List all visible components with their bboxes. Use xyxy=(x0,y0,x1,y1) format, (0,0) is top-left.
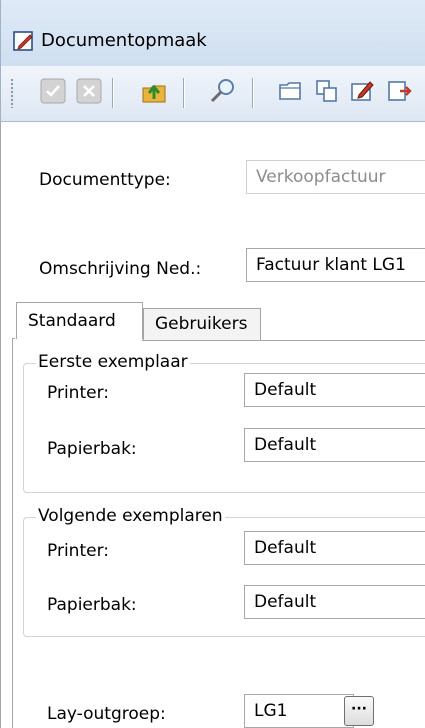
cancel-icon xyxy=(76,78,102,109)
omschrijving-field[interactable]: Factuur klant LG1 xyxy=(246,248,425,282)
eerste-papierbak-label: Papierbak: xyxy=(47,439,137,459)
search-icon xyxy=(209,77,237,110)
volgende-papierbak-field[interactable]: Default xyxy=(244,585,425,619)
export-icon xyxy=(386,78,412,109)
title-bar: Documentopmaak xyxy=(0,0,425,66)
document-edit-icon xyxy=(13,30,35,52)
eerste-printer-label: Printer: xyxy=(47,383,109,403)
tab-gebruikers[interactable]: Gebruikers xyxy=(143,308,261,341)
layoutgroep-field[interactable]: LG1 xyxy=(244,694,354,728)
window-title: Documentopmaak xyxy=(41,30,207,51)
tab-panel-standaard: Eerste exemplaar Printer: Default Papier… xyxy=(12,338,425,728)
open-folder-icon xyxy=(278,78,304,109)
toolbar-grip[interactable] xyxy=(10,78,14,108)
volgende-printer-field[interactable]: Default xyxy=(244,531,425,565)
eerste-printer-field[interactable]: Default xyxy=(244,373,425,407)
upload-button[interactable] xyxy=(139,77,171,109)
cancel-button[interactable] xyxy=(73,77,105,109)
edit-icon xyxy=(350,78,376,109)
export-button[interactable] xyxy=(383,77,415,109)
search-button[interactable] xyxy=(207,77,239,109)
checkmark-icon xyxy=(40,78,66,109)
layoutgroep-browse-button[interactable]: ··· xyxy=(344,696,374,726)
volgende-printer-label: Printer: xyxy=(47,541,109,561)
documenttype-field[interactable]: Verkoopfactuur xyxy=(246,160,425,194)
open-button[interactable] xyxy=(275,77,307,109)
edit-button[interactable] xyxy=(347,77,379,109)
tab-standaard[interactable]: Standaard xyxy=(16,302,143,339)
toolbar xyxy=(0,66,425,122)
documenttype-label: Documenttype: xyxy=(39,170,171,190)
group-volgende-exemplaren-title: Volgende exemplaren xyxy=(36,506,225,526)
toolbar-separator xyxy=(252,78,253,108)
copy-button[interactable] xyxy=(311,77,343,109)
layoutgroep-label: Lay-outgroep: xyxy=(47,704,166,724)
upload-folder-icon xyxy=(141,77,169,110)
group-eerste-exemplaar-title: Eerste exemplaar xyxy=(36,352,190,372)
toolbar-separator xyxy=(112,78,113,108)
omschrijving-label: Omschrijving Ned.: xyxy=(39,259,202,279)
confirm-button[interactable] xyxy=(37,77,69,109)
toolbar-separator xyxy=(183,78,184,108)
copy-icon xyxy=(314,78,340,109)
volgende-papierbak-label: Papierbak: xyxy=(47,595,137,615)
eerste-papierbak-field[interactable]: Default xyxy=(244,428,425,462)
